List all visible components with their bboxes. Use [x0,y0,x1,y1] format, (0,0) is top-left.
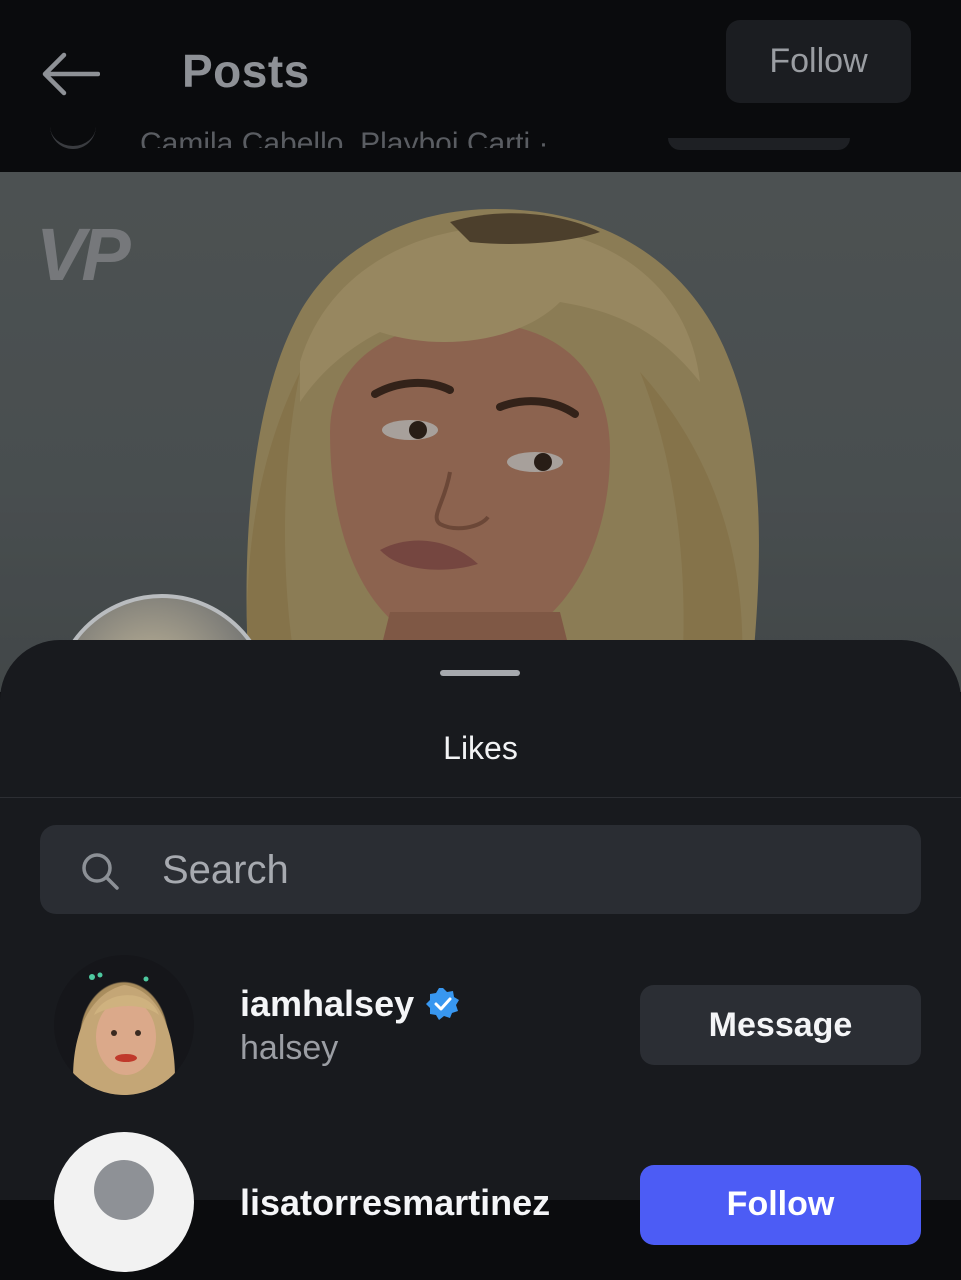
username[interactable]: iamhalsey [240,983,460,1025]
verified-badge-icon [426,988,460,1020]
top-bar: Posts Follow Camila Cabello, Playboi Car… [0,0,961,172]
post-follow-pill[interactable] [668,138,850,150]
sheet-title: Likes [443,730,518,766]
search-input[interactable] [160,825,884,916]
likes-sheet: Likes iamhalsey [0,640,961,1272]
default-avatar-icon [94,1160,154,1220]
divider [0,797,961,798]
list-item[interactable]: lisatorresmartinez Follow [0,1130,961,1280]
avatar[interactable] [54,955,194,1095]
avatar[interactable] [54,1132,194,1272]
follow-button-header[interactable]: Follow [726,20,911,103]
sheet-drag-handle[interactable] [440,670,520,676]
avatar-photo-detail [73,972,175,1095]
follow-button[interactable]: Follow [640,1165,921,1245]
list-item[interactable]: iamhalsey halsey Message [0,953,961,1103]
username-text: iamhalsey [240,983,415,1024]
username-text[interactable]: lisatorresmartinez [240,1182,550,1224]
post-author-avatar[interactable] [50,118,96,149]
post-image[interactable]: VP [0,172,961,692]
search-bar[interactable] [40,825,921,916]
search-icon [82,853,119,890]
message-button[interactable]: Message [640,985,921,1065]
back-arrow-icon [42,52,100,96]
back-button[interactable] [36,48,104,100]
page-title: Posts [182,45,310,97]
full-name: halsey [240,1029,339,1067]
post-audio-line[interactable]: Camila Cabello, Playboi Carti · ... [140,122,582,148]
